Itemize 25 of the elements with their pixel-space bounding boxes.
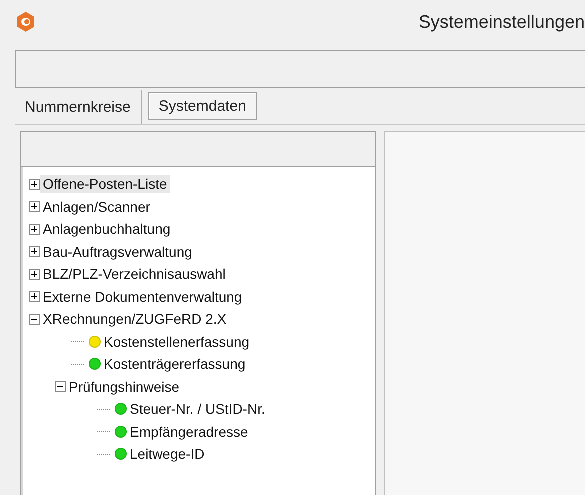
window-title: Systemeinstellungen xyxy=(418,12,585,32)
expand-icon[interactable] xyxy=(29,268,40,280)
collapse-icon[interactable] xyxy=(29,314,40,325)
tree-item[interactable]: XRechnungen/ZUGFeRD 2.X xyxy=(40,310,230,328)
tree-item[interactable]: BLZ/PLZ-Verzeichnisauswahl xyxy=(40,265,229,284)
tree-item[interactable]: Externe Dokumentenverwaltung xyxy=(40,288,246,306)
tree-item[interactable]: Anlagenbuchhaltung xyxy=(40,220,174,238)
expand-icon[interactable] xyxy=(29,201,40,212)
app-logo-icon xyxy=(16,11,36,33)
tree-item[interactable]: Steuer-Nr. / UStID-Nr. xyxy=(127,400,268,418)
tree-item[interactable]: Empfängeradresse xyxy=(127,422,252,441)
tab[interactable]: Nummernkreise xyxy=(15,90,142,124)
expand-icon[interactable] xyxy=(29,224,40,235)
collapse-icon[interactable] xyxy=(55,381,66,392)
expand-icon[interactable] xyxy=(29,291,40,302)
tree-item[interactable]: Kostenstellenerfassung xyxy=(101,332,253,351)
expand-icon[interactable] xyxy=(29,246,40,258)
tree-item[interactable]: Prüfungshinweise xyxy=(66,378,183,396)
tree-item[interactable]: Kostenträgererfassung xyxy=(101,355,249,374)
tree-item[interactable]: Offene-Posten-Liste xyxy=(40,175,170,194)
tree-item[interactable]: Anlagen/Scanner xyxy=(40,198,154,216)
tab[interactable]: Systemdaten xyxy=(148,92,258,120)
tree-item[interactable]: Bau-Auftragsverwaltung xyxy=(40,242,196,261)
expand-icon[interactable] xyxy=(29,178,40,190)
tree-item[interactable]: Leitwege-ID xyxy=(127,445,208,464)
